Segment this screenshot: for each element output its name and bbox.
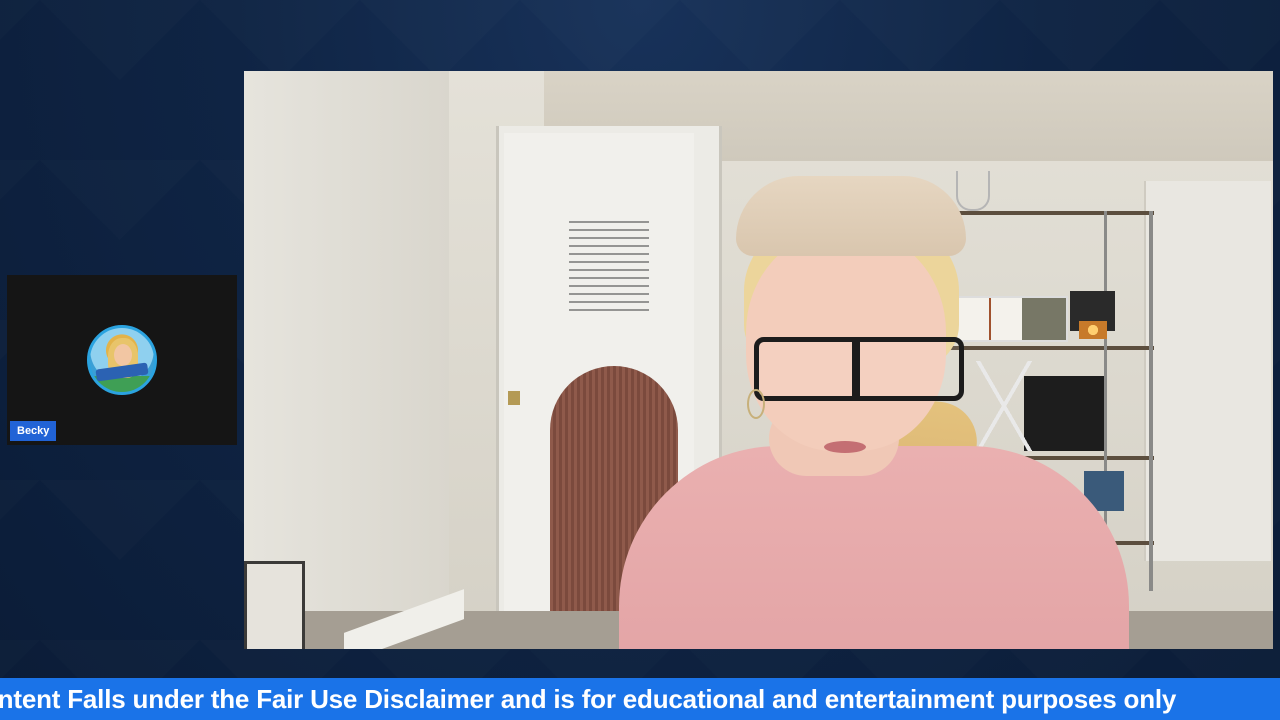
door-handle [508, 391, 520, 405]
leaning-frame [244, 561, 305, 649]
photo-frames [954, 296, 1068, 342]
candle-icon [1079, 321, 1107, 339]
person-mouth [824, 441, 866, 453]
menorah-icon [956, 171, 990, 211]
shelf-post [1149, 211, 1153, 591]
metal-shelf [949, 211, 1154, 215]
participant-name-tag: Becky [10, 421, 57, 441]
glasses-bridge [852, 341, 860, 397]
person-headband [736, 176, 966, 256]
door-hebrew-poster [569, 221, 649, 316]
person-earring [747, 389, 765, 419]
ticker-text: ontent Falls under the Fair Use Disclaim… [0, 684, 1177, 714]
profile-avatar-icon [87, 325, 157, 395]
avatar-face [114, 344, 132, 366]
main-video-feed[interactable] [244, 71, 1273, 649]
decor-branch [974, 361, 1034, 451]
ticker-banner: ontent Falls under the Fair Use Disclaim… [0, 678, 1280, 720]
monitor [1024, 376, 1104, 451]
side-door [1144, 181, 1271, 561]
person-torso [619, 446, 1129, 649]
